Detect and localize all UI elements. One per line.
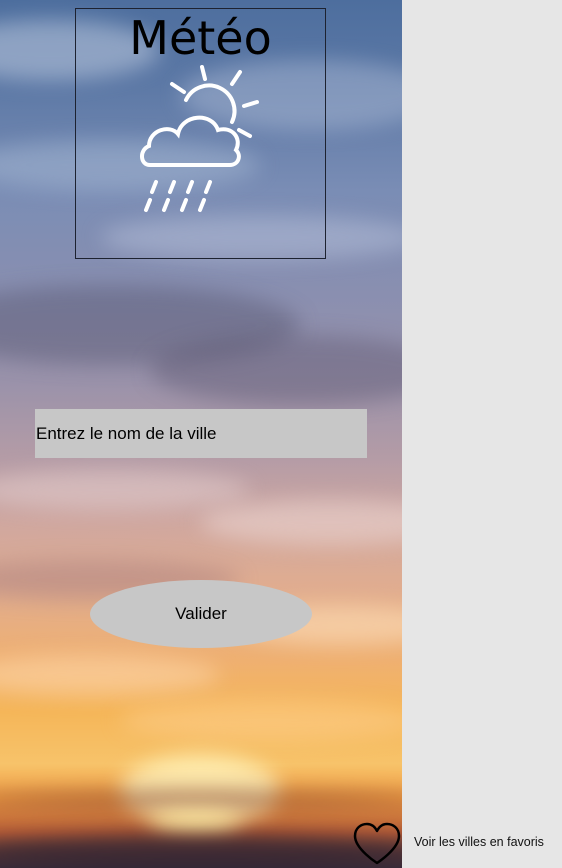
favorites-link[interactable]: Voir les villes en favoris xyxy=(414,835,544,849)
logo-frame: Météo xyxy=(75,8,326,259)
city-search-input[interactable] xyxy=(35,409,367,458)
heart-icon[interactable] xyxy=(352,822,402,866)
page-title: Météo xyxy=(129,11,272,65)
sun-cloud-rain-icon xyxy=(140,65,259,212)
app-screen: Météo Entrez le nom de la ville Valider … xyxy=(0,0,562,868)
validate-button[interactable]: Valider xyxy=(90,580,312,648)
